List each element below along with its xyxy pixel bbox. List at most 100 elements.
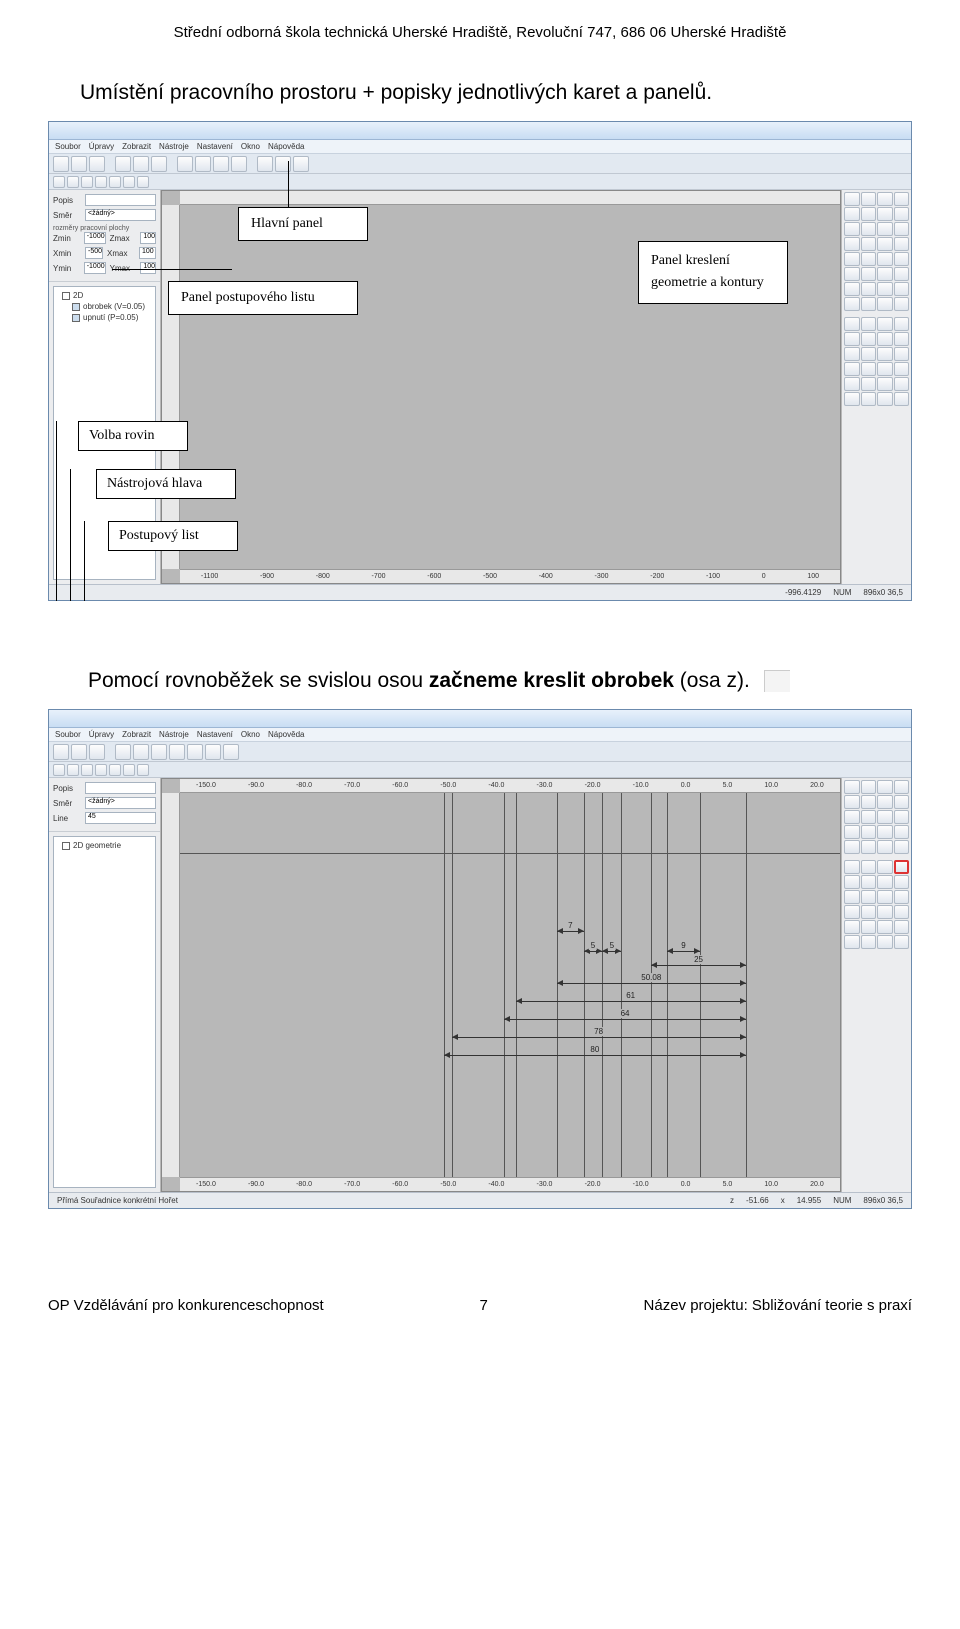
- canvas[interactable]: -150.0 -90.0 -80.0 -70.0 -60.0 -50.0 -40…: [161, 778, 841, 1192]
- palette-button[interactable]: [894, 192, 910, 206]
- ymin-input[interactable]: -1000: [84, 262, 106, 274]
- palette-button[interactable]: [894, 920, 910, 934]
- toolbar-button[interactable]: [151, 156, 167, 172]
- palette-button[interactable]: [861, 237, 877, 251]
- toolbar-button[interactable]: [123, 176, 135, 188]
- palette-button[interactable]: [894, 810, 910, 824]
- menu-item[interactable]: Soubor: [55, 142, 81, 151]
- palette-button[interactable]: [877, 237, 893, 251]
- palette-button[interactable]: [861, 825, 877, 839]
- palette-button[interactable]: [894, 317, 910, 331]
- tree-panel[interactable]: 2D geometrie: [53, 836, 156, 1188]
- palette-button[interactable]: [861, 935, 877, 949]
- palette-button[interactable]: [861, 252, 877, 266]
- palette-button[interactable]: [844, 377, 860, 391]
- menu-item[interactable]: Nápověda: [268, 142, 304, 151]
- toolbar-button[interactable]: [67, 764, 79, 776]
- palette-button[interactable]: [877, 377, 893, 391]
- palette-button[interactable]: [844, 347, 860, 361]
- palette-button[interactable]: [844, 237, 860, 251]
- palette-button[interactable]: [844, 905, 860, 919]
- palette-button[interactable]: [844, 267, 860, 281]
- palette-button[interactable]: [861, 795, 877, 809]
- palette-button[interactable]: [894, 362, 910, 376]
- toolbar-button[interactable]: [67, 176, 79, 188]
- tree-node[interactable]: upnutí (P=0.05): [83, 313, 138, 322]
- line-input[interactable]: 45: [85, 812, 156, 824]
- toolbar-button[interactable]: [257, 156, 273, 172]
- toolbar-button[interactable]: [205, 744, 221, 760]
- palette-button[interactable]: [861, 192, 877, 206]
- toolbar-button[interactable]: [151, 744, 167, 760]
- palette-button[interactable]: [861, 347, 877, 361]
- palette-button[interactable]: [877, 935, 893, 949]
- toolbar-button[interactable]: [123, 764, 135, 776]
- palette-button[interactable]: [894, 392, 910, 406]
- palette-button[interactable]: [894, 267, 910, 281]
- palette-button[interactable]: [894, 252, 910, 266]
- toolbar-button[interactable]: [71, 744, 87, 760]
- palette-button[interactable]: [877, 920, 893, 934]
- toolbar-button[interactable]: [187, 744, 203, 760]
- palette-button[interactable]: [877, 780, 893, 794]
- palette-button[interactable]: [844, 222, 860, 236]
- palette-button[interactable]: [877, 222, 893, 236]
- palette-button[interactable]: [894, 332, 910, 346]
- toolbar-button[interactable]: [169, 744, 185, 760]
- palette-button[interactable]: [861, 267, 877, 281]
- palette-button[interactable]: [877, 347, 893, 361]
- toolbar-button[interactable]: [293, 156, 309, 172]
- popis-input[interactable]: [85, 194, 156, 206]
- palette-button[interactable]: [894, 795, 910, 809]
- palette-button[interactable]: [844, 282, 860, 296]
- zmin-input[interactable]: -1000: [84, 232, 106, 244]
- toolbar-button[interactable]: [137, 176, 149, 188]
- toolbar-button[interactable]: [213, 156, 229, 172]
- palette-button[interactable]: [861, 297, 877, 311]
- toolbar-button[interactable]: [95, 176, 107, 188]
- palette-button[interactable]: [844, 935, 860, 949]
- xmax-input[interactable]: 100: [139, 247, 156, 259]
- palette-button[interactable]: [894, 875, 910, 889]
- palette-button[interactable]: [844, 825, 860, 839]
- tree-expand-icon[interactable]: [62, 292, 70, 300]
- palette-button[interactable]: [844, 860, 860, 874]
- palette-button[interactable]: [877, 317, 893, 331]
- palette-button[interactable]: [861, 282, 877, 296]
- menu-item[interactable]: Zobrazit: [122, 730, 151, 739]
- palette-button[interactable]: [894, 347, 910, 361]
- palette-button[interactable]: [844, 392, 860, 406]
- palette-button[interactable]: [861, 890, 877, 904]
- palette-button[interactable]: [844, 252, 860, 266]
- palette-button[interactable]: [844, 332, 860, 346]
- menu-item[interactable]: Nástroje: [159, 730, 189, 739]
- toolbar-button[interactable]: [109, 764, 121, 776]
- menu-item[interactable]: Úpravy: [89, 142, 114, 151]
- toolbar-button[interactable]: [115, 744, 131, 760]
- palette-button[interactable]: [877, 905, 893, 919]
- menu-item[interactable]: Soubor: [55, 730, 81, 739]
- menu-item[interactable]: Okno: [241, 730, 260, 739]
- toolbar-button[interactable]: [53, 176, 65, 188]
- toolbar-button[interactable]: [71, 156, 87, 172]
- palette-button[interactable]: [861, 332, 877, 346]
- palette-button[interactable]: [894, 222, 910, 236]
- tree-expand-icon[interactable]: [62, 842, 70, 850]
- palette-button[interactable]: [894, 825, 910, 839]
- palette-button[interactable]: [877, 810, 893, 824]
- toolbar-button[interactable]: [195, 156, 211, 172]
- palette-button[interactable]: [877, 795, 893, 809]
- menu-item[interactable]: Nápověda: [268, 730, 304, 739]
- palette-button[interactable]: [894, 282, 910, 296]
- palette-button[interactable]: [877, 192, 893, 206]
- palette-button[interactable]: [877, 392, 893, 406]
- palette-button[interactable]: [844, 875, 860, 889]
- palette-button[interactable]: [877, 252, 893, 266]
- palette-button[interactable]: [861, 222, 877, 236]
- palette-button[interactable]: [877, 825, 893, 839]
- toolbar-button[interactable]: [89, 744, 105, 760]
- palette-button[interactable]: [894, 237, 910, 251]
- palette-button[interactable]: [861, 905, 877, 919]
- menu-item[interactable]: Nástroje: [159, 142, 189, 151]
- palette-button[interactable]: [894, 377, 910, 391]
